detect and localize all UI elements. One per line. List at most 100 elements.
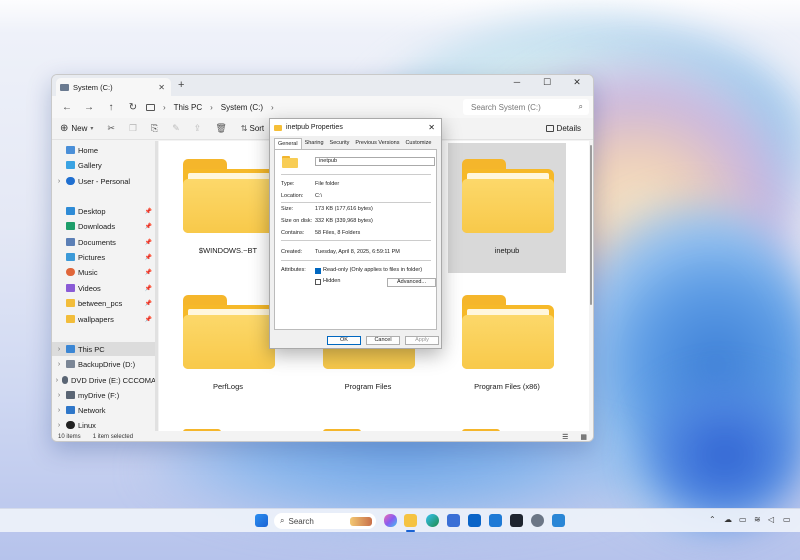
cut-icon[interactable]: ✂ <box>107 123 115 134</box>
paste-icon[interactable]: ⎘ <box>151 123 158 134</box>
folder-name-field[interactable]: inetpub <box>315 157 435 166</box>
sidebar-item-home[interactable]: Home <box>52 143 156 157</box>
sidebar-item-pictures[interactable]: Pictures 📌 <box>52 250 156 264</box>
tab-close-icon[interactable]: ✕ <box>158 83 165 92</box>
sidebar-item-gallery[interactable]: Gallery <box>52 158 156 172</box>
chevron-down-icon: ▾ <box>90 126 94 132</box>
hidden-checkbox[interactable]: Hidden <box>315 278 340 285</box>
dialog-tabs: General Sharing Security Previous Versio… <box>274 138 434 149</box>
tab-general[interactable]: General <box>274 138 302 149</box>
rename-icon[interactable]: ✎ <box>172 123 180 134</box>
share-icon[interactable]: ⇪ <box>194 123 202 134</box>
details-button[interactable]: Details <box>545 124 581 133</box>
sidebar-item-desktop[interactable]: Desktop 📌 <box>52 204 156 218</box>
cancel-button[interactable]: Cancel <box>366 336 400 345</box>
tab-title: System (C:) <box>73 82 113 92</box>
tiles-view-icon[interactable]: ▦ <box>580 433 587 441</box>
taskbar-search[interactable]: ⌕ Search <box>274 513 376 529</box>
chevron-right-icon[interactable]: › <box>52 361 66 368</box>
chevron-right-icon[interactable]: › <box>52 178 66 185</box>
folder-item[interactable]: Program Files (x86) <box>448 279 566 409</box>
up-button[interactable]: ↑ <box>102 102 120 113</box>
readonly-checkbox[interactable]: Read-only (Only applies to files in fold… <box>315 267 422 274</box>
tab-sharing[interactable]: Sharing <box>302 138 327 149</box>
sidebar-item-documents[interactable]: Documents 📌 <box>52 235 156 249</box>
terminal-icon[interactable] <box>510 514 523 527</box>
sidebar-item-music[interactable]: Music 📌 <box>52 265 156 279</box>
ok-button[interactable]: OK <box>327 336 361 345</box>
drive-icon <box>66 391 75 399</box>
apply-button[interactable]: Apply <box>405 336 439 345</box>
sidebar-item-videos[interactable]: Videos 📌 <box>52 281 156 295</box>
maximize-button[interactable]: ☐ <box>532 77 562 88</box>
tab-system-c[interactable]: System (C:) ✕ <box>56 78 171 96</box>
edge-icon[interactable] <box>426 514 439 527</box>
tab-customize[interactable]: Customize <box>402 138 434 149</box>
store-icon[interactable] <box>447 514 460 527</box>
tray-chevron-icon[interactable]: ⌃ <box>709 515 716 524</box>
sidebar-item-label: Pictures <box>78 252 106 262</box>
file-explorer-icon[interactable] <box>404 514 417 527</box>
refresh-button[interactable]: ↻ <box>124 102 142 113</box>
folder-icon <box>462 159 554 233</box>
cloud-icon[interactable]: ☁ <box>724 515 732 524</box>
document-icon <box>66 238 75 246</box>
breadcrumb-system-c[interactable]: System (C:) <box>221 103 263 112</box>
notepad-icon[interactable] <box>552 514 565 527</box>
sidebar-item-between-pcs[interactable]: between_pcs 📌 <box>52 296 156 310</box>
pin-icon: 📌 <box>144 285 152 292</box>
sidebar-item-backupdrive[interactable]: › BackupDrive (D:) <box>52 357 156 371</box>
sort-button[interactable]: ⇅ Sort <box>241 124 264 133</box>
folder-item-selected[interactable]: inetpub <box>448 143 566 273</box>
close-window-button[interactable]: ✕ <box>562 77 592 88</box>
monitor-icon <box>146 103 155 111</box>
sidebar-item-label: Videos <box>78 283 101 293</box>
sidebar-item-downloads[interactable]: Downloads 📌 <box>52 219 156 233</box>
video-icon <box>66 284 75 292</box>
start-windows-icon[interactable] <box>255 514 268 527</box>
chevron-right-icon[interactable]: › <box>52 346 66 353</box>
chevron-right-icon[interactable]: › <box>52 392 66 399</box>
settings-gear-icon[interactable] <box>531 514 544 527</box>
dialog-close-button[interactable]: ✕ <box>428 123 435 132</box>
advanced-button[interactable]: Advanced... <box>387 278 436 287</box>
size-on-disk-label: Size on disk: <box>281 218 313 224</box>
breadcrumb[interactable]: › This PC › System (C:) › <box>146 99 436 115</box>
sidebar-item-mydrive[interactable]: › myDrive (F:) <box>52 388 156 402</box>
folder-icon <box>66 315 75 323</box>
size-label: Size: <box>281 206 294 212</box>
sidebar-item-dvd-drive[interactable]: › DVD Drive (E:) CCCOMA <box>52 373 156 387</box>
sidebar-item-network[interactable]: › Network <box>52 403 156 417</box>
tab-security[interactable]: Security <box>327 138 353 149</box>
details-view-icon[interactable]: ☰ <box>562 433 568 441</box>
photos-icon[interactable] <box>489 514 502 527</box>
chevron-right-icon[interactable]: › <box>52 407 66 414</box>
taskbar-search-label: Search <box>288 516 314 526</box>
copy-icon[interactable]: ❐ <box>129 123 137 134</box>
chevron-right-icon[interactable]: › <box>52 377 62 384</box>
content-scrollbar[interactable] <box>590 145 592 305</box>
new-button[interactable]: ⊕ New ▾ <box>60 123 93 134</box>
network-icon[interactable]: ▭ <box>739 515 747 524</box>
location-value: C:\ <box>315 193 323 199</box>
new-tab-button[interactable]: + <box>178 79 184 91</box>
breadcrumb-this-pc[interactable]: This PC <box>174 103 202 112</box>
delete-icon[interactable]: 🗑 <box>215 123 226 134</box>
sidebar-item-onedrive[interactable]: › User - Personal <box>52 174 156 188</box>
battery-icon[interactable]: ▭ <box>783 515 791 524</box>
tab-previous-versions[interactable]: Previous Versions <box>352 138 402 149</box>
outlook-icon[interactable] <box>468 514 481 527</box>
sidebar-item-linux[interactable]: › Linux <box>52 418 156 431</box>
sidebar-item-this-pc[interactable]: › This PC <box>52 342 156 356</box>
wifi-icon[interactable]: ≋ <box>754 515 761 524</box>
forward-button[interactable]: → <box>80 102 98 113</box>
chevron-right-icon[interactable]: › <box>52 422 66 429</box>
sidebar-scrollbar[interactable] <box>155 141 158 431</box>
plus-icon: ⊕ <box>60 123 69 134</box>
sidebar-item-wallpapers[interactable]: wallpapers 📌 <box>52 312 156 326</box>
back-button[interactable]: ← <box>58 102 76 113</box>
copilot-icon[interactable] <box>384 514 397 527</box>
speaker-icon[interactable]: ◁ <box>768 515 774 524</box>
search-input[interactable]: Search System (C:) ⌕ <box>463 99 589 115</box>
minimize-button[interactable]: ─ <box>502 77 532 88</box>
